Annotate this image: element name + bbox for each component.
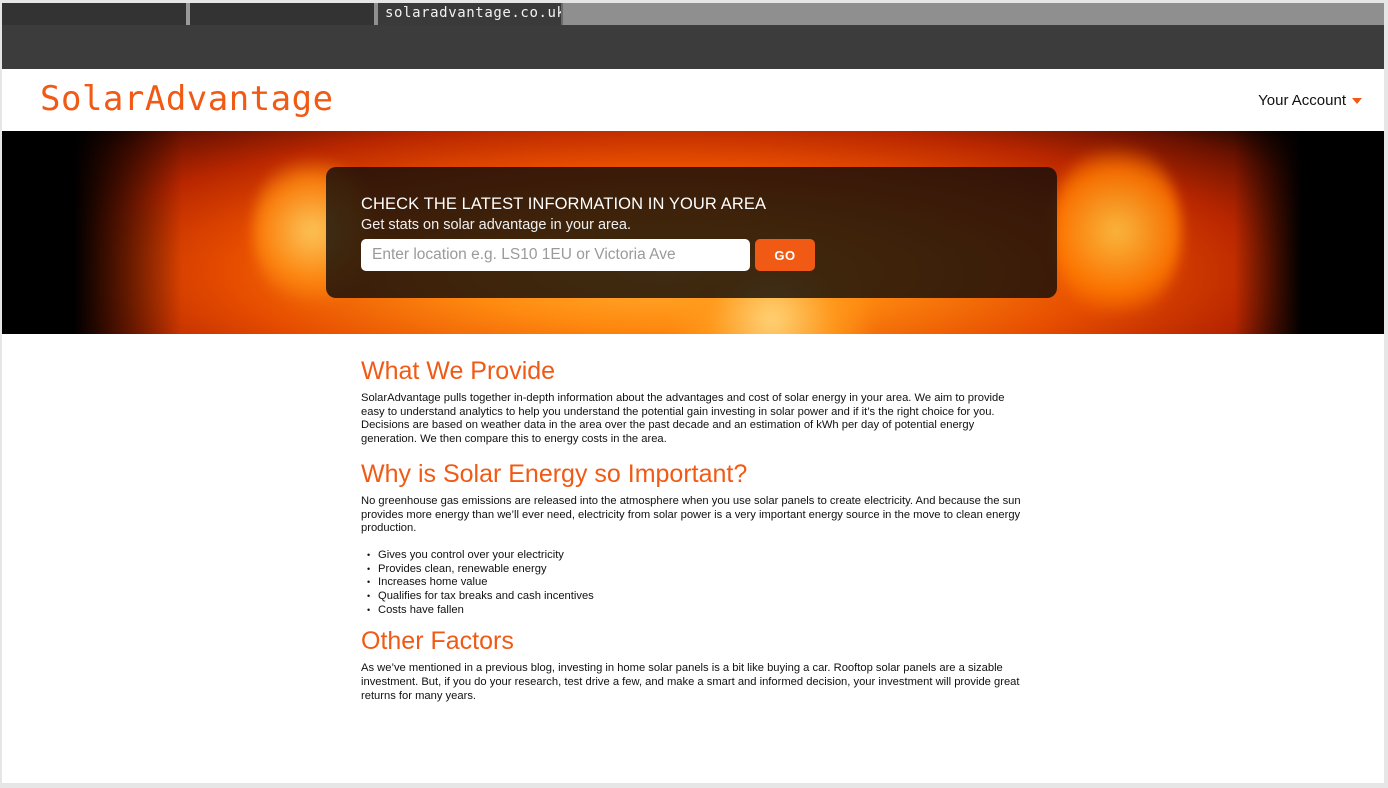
address-bar[interactable]: [2, 25, 1384, 69]
go-button[interactable]: GO: [755, 239, 815, 271]
section-body-what-we-provide: SolarAdvantage pulls together in-depth i…: [361, 392, 1005, 446]
site-logo[interactable]: SolarAdvantage: [40, 79, 334, 119]
list-item: Costs have fallen: [367, 604, 1031, 618]
search-row: GO: [361, 239, 1022, 271]
main-content: What We Provide SolarAdvantage pulls tog…: [361, 356, 1031, 704]
web-page: SolarAdvantage Your Account CHECK THE LA…: [2, 69, 1384, 783]
section-heading-why-solar: Why is Solar Energy so Important?: [361, 459, 748, 488]
caret-down-icon: [1352, 97, 1362, 104]
list-item: Qualifies for tax breaks and cash incent…: [367, 590, 1031, 604]
section-body-other-factors: As we’ve mentioned in a previous blog, i…: [361, 662, 1020, 702]
hero-shadow-left: [2, 131, 182, 334]
benefits-list: Gives you control over your electricity …: [361, 549, 1031, 618]
tab-strip: solaradvantage.co.uk: [2, 3, 1384, 25]
browser-tab-1[interactable]: [2, 3, 186, 25]
site-header: SolarAdvantage Your Account: [2, 69, 1384, 131]
search-card-title: CHECK THE LATEST INFORMATION IN YOUR ARE…: [361, 195, 767, 213]
list-item: Provides clean, renewable energy: [367, 563, 1031, 577]
list-item: Gives you control over your electricity: [367, 549, 1031, 563]
browser-tab-2[interactable]: [186, 3, 374, 25]
location-search-input[interactable]: [361, 239, 750, 271]
browser-chrome: solaradvantage.co.uk: [2, 3, 1384, 69]
list-item: Increases home value: [367, 576, 1031, 590]
location-search-card: CHECK THE LATEST INFORMATION IN YOUR ARE…: [326, 167, 1057, 298]
search-card-subtitle: Get stats on solar advantage in your are…: [361, 217, 632, 233]
account-menu[interactable]: Your Account: [1258, 92, 1362, 109]
hero-banner: CHECK THE LATEST INFORMATION IN YOUR ARE…: [2, 131, 1384, 334]
sun-flare-decoration: [1052, 141, 1182, 321]
browser-tab-active[interactable]: solaradvantage.co.uk: [378, 3, 563, 25]
section-heading-what-we-provide: What We Provide: [361, 357, 556, 385]
section-body-why-solar: No greenhouse gas emissions are released…: [361, 494, 1021, 535]
hero-shadow-right: [1234, 131, 1384, 334]
account-menu-label: Your Account: [1258, 92, 1346, 109]
section-heading-other-factors: Other Factors: [361, 627, 514, 656]
